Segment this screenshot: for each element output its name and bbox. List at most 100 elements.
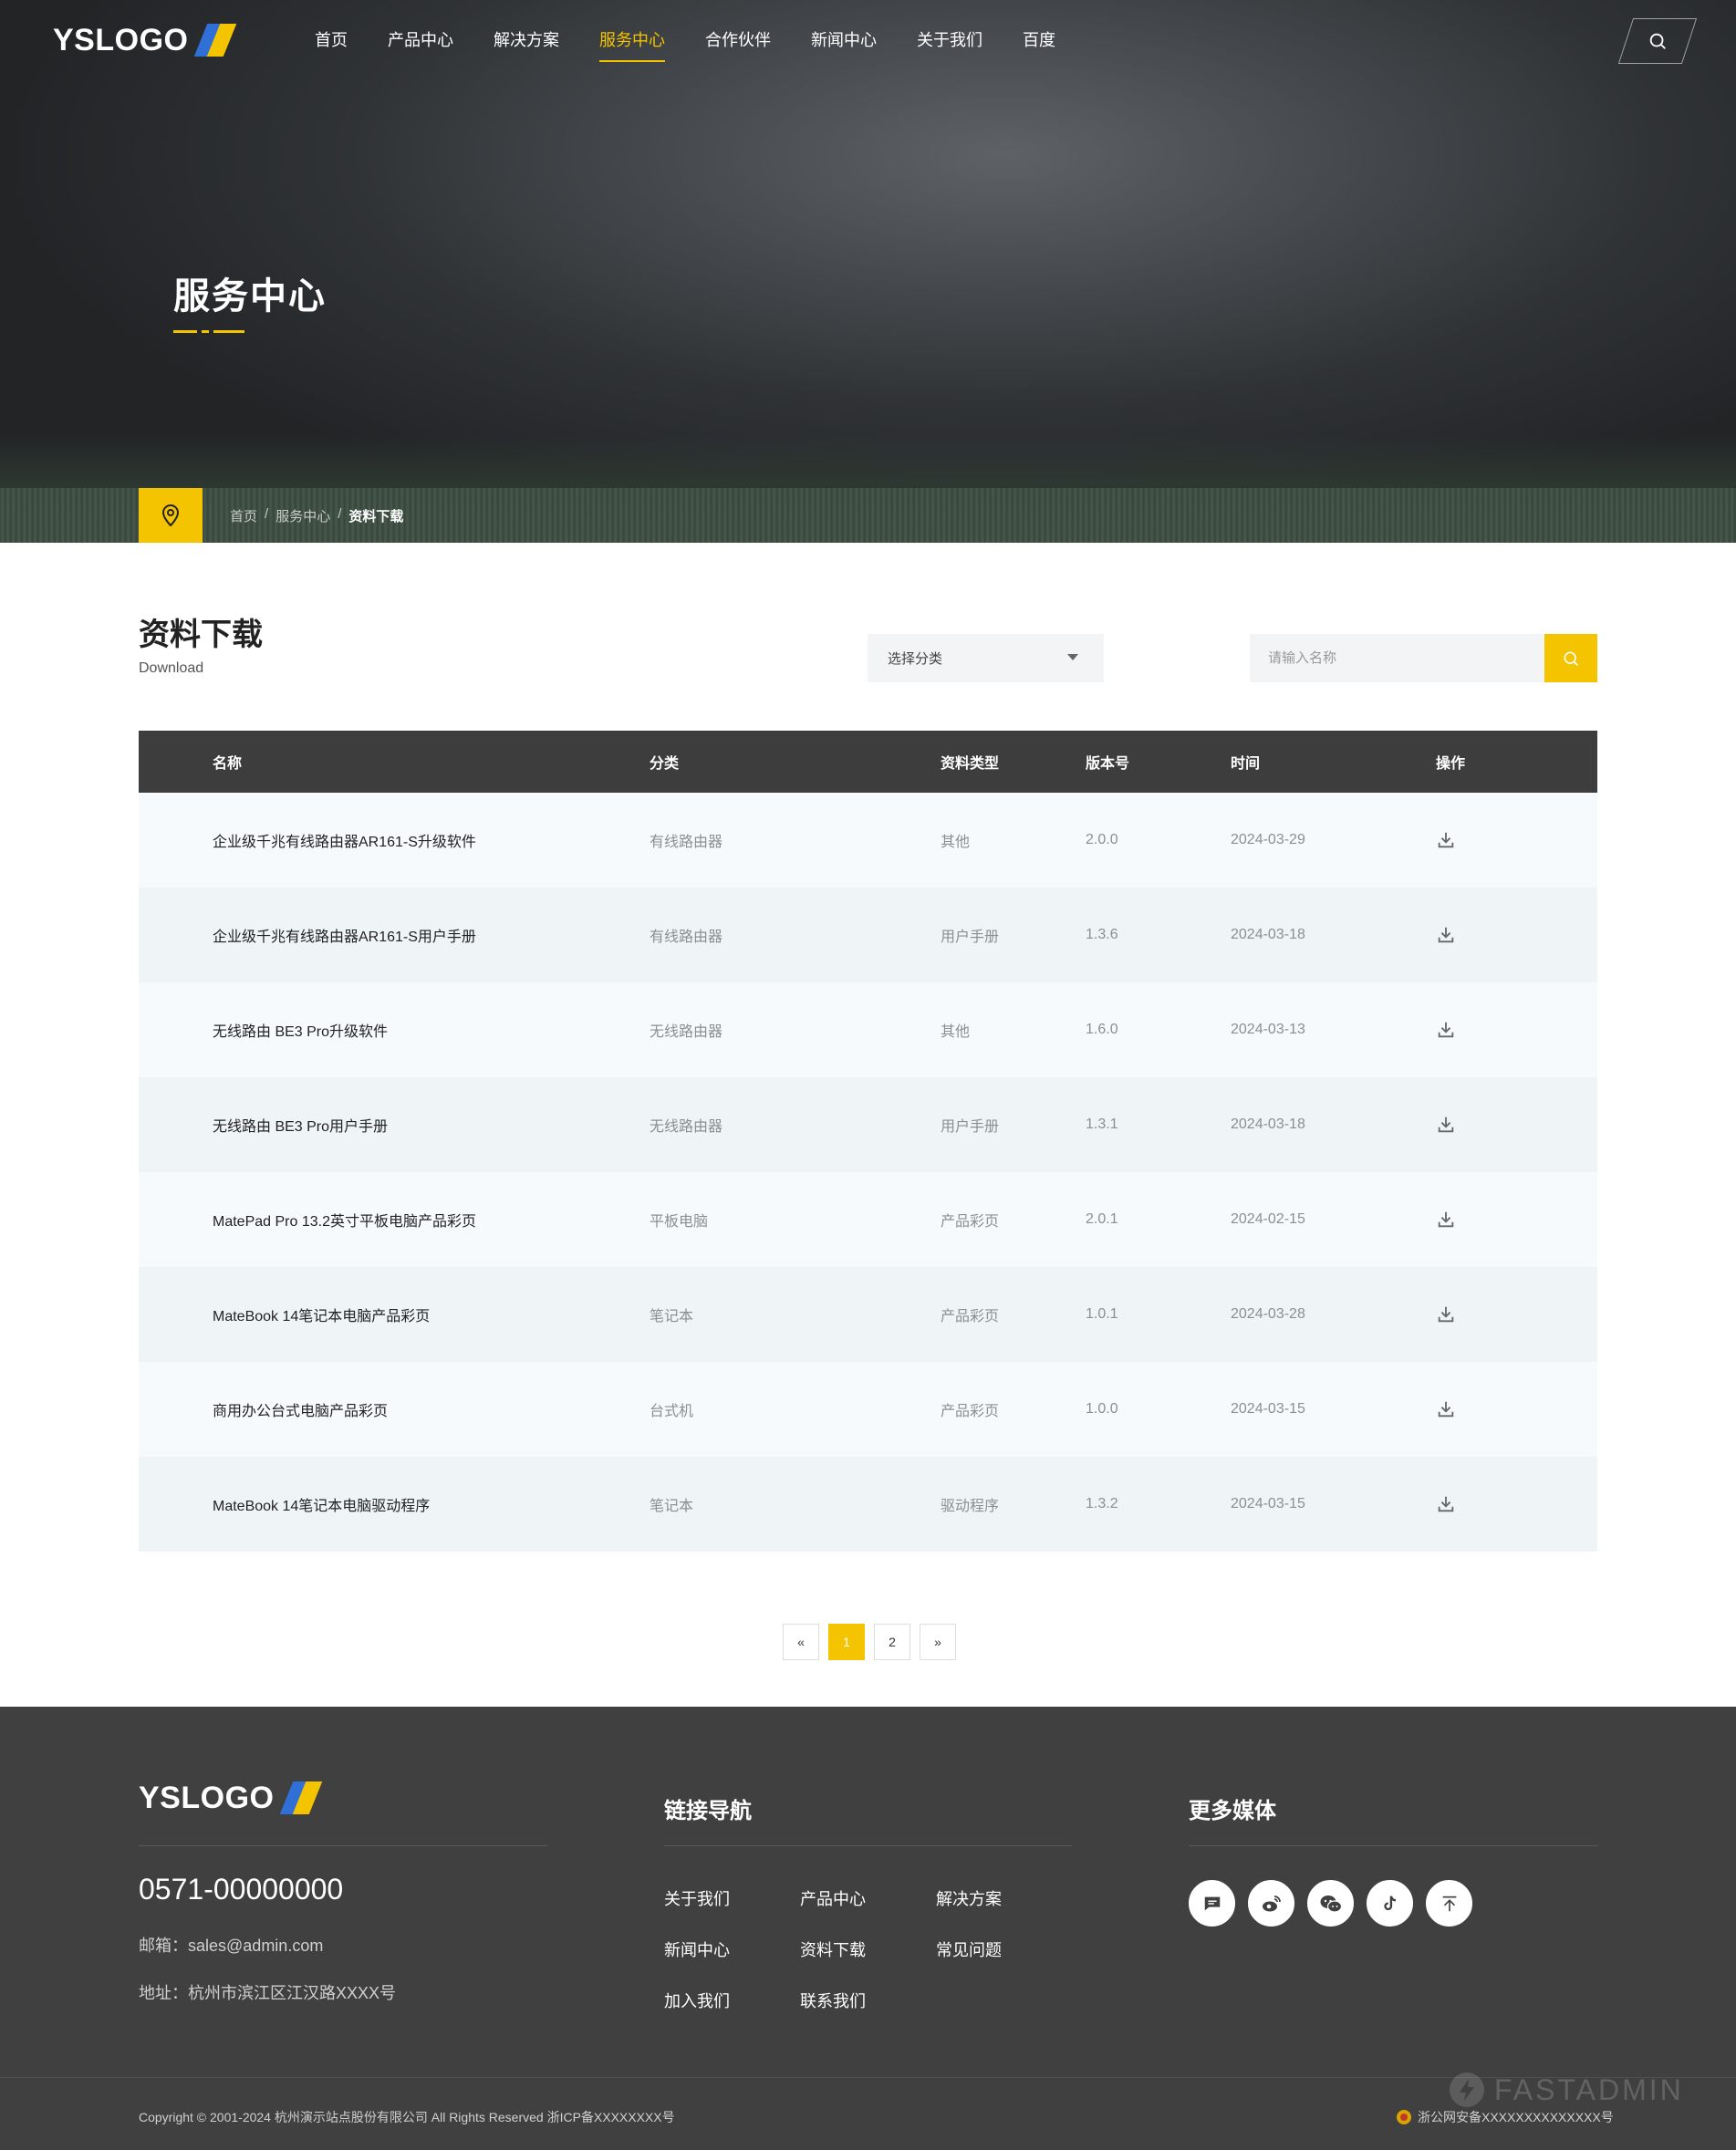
row-type: 用户手册 [941,930,1000,945]
table-row: MatePad Pro 13.2英寸平板电脑产品彩页 平板电脑 产品彩页 2.0.1 2… [139,1172,1597,1267]
breadcrumb-separator: / [338,506,342,522]
page-title: 资料下载 [139,618,263,652]
row-category: 平板电脑 [650,1214,709,1230]
logo[interactable]: YSLOGO [53,22,237,58]
row-type: 其他 [941,835,971,850]
download-button[interactable] [1436,1020,1456,1040]
nav-item-solutions[interactable]: 解决方案 [494,27,559,62]
row-version: 1.3.2 [1086,1496,1118,1511]
nav-item-about[interactable]: 关于我们 [917,27,982,62]
pagination-prev[interactable]: « [783,1624,819,1660]
header-action: 操作 [1436,756,1466,772]
header-name: 名称 [213,756,243,772]
row-type: 驱动程序 [941,1499,1000,1514]
row-time: 2024-03-15 [1231,1496,1305,1511]
row-version: 2.0.1 [1086,1211,1118,1227]
search-submit-button[interactable] [1544,634,1597,682]
row-name[interactable]: 无线路由 BE3 Pro用户手册 [213,1114,388,1136]
nav-item-home[interactable]: 首页 [315,27,348,62]
download-button[interactable] [1436,830,1456,850]
row-type: 产品彩页 [941,1404,1000,1419]
row-name[interactable]: 商用办公台式电脑产品彩页 [213,1398,388,1420]
row-time: 2024-03-28 [1231,1306,1305,1322]
footer-link-faq[interactable]: 常见问题 [936,1937,1072,1961]
header-category: 分类 [650,756,680,772]
row-version: 1.0.0 [1086,1401,1118,1417]
header-time: 时间 [1231,756,1261,772]
download-button[interactable] [1436,1115,1456,1135]
row-type: 用户手册 [941,1119,1000,1135]
logo-mark-icon [279,1780,323,1816]
police-record[interactable]: 浙公网安备XXXXXXXXXXXXXX号 [1396,2108,1614,2126]
footer-logo[interactable]: YSLOGO [139,1780,323,1816]
footer-link-downloads[interactable]: 资料下载 [800,1937,936,1961]
nav-item-partners[interactable]: 合作伙伴 [705,27,771,62]
back-to-top-icon [1442,1896,1456,1911]
row-name[interactable]: 企业级千兆有线路由器AR161-S用户手册 [213,924,476,946]
breadcrumb-current: 资料下载 [348,509,404,525]
footer-divider [1189,1845,1597,1846]
search-icon [1564,651,1579,666]
nav-item-service[interactable]: 服务中心 [599,27,665,62]
row-version: 1.3.6 [1086,927,1118,942]
breadcrumb-bar: 首页 / 服务中心 / 资料下载 [0,488,1736,543]
row-name[interactable]: 企业级千兆有线路由器AR161-S升级软件 [213,829,476,851]
wechat-button[interactable] [1307,1880,1354,1927]
download-button[interactable] [1436,1494,1456,1514]
download-button[interactable] [1436,1304,1456,1324]
download-icon [1438,1117,1454,1133]
download-button[interactable] [1436,1210,1456,1230]
footer-link-contact[interactable]: 联系我们 [800,1989,936,2012]
wechat-icon [1320,1895,1342,1913]
download-button[interactable] [1436,1399,1456,1419]
row-category: 笔记本 [650,1499,694,1514]
name-search-input[interactable] [1250,634,1544,682]
chevron-down-icon [1067,654,1078,660]
tiktok-button[interactable] [1367,1880,1413,1927]
main-nav: 首页 产品中心 解决方案 服务中心 合作伙伴 新闻中心 关于我们 百度 [315,27,1096,62]
footer-link-about[interactable]: 关于我们 [664,1886,800,1910]
back-to-top-button[interactable] [1426,1880,1472,1927]
tiktok-icon [1383,1895,1396,1910]
table-body: 企业级千兆有线路由器AR161-S升级软件 有线路由器 其他 2.0.0 2024-03… [139,793,1597,1552]
footer-link-solutions[interactable]: 解决方案 [936,1886,1072,1910]
pagination-page-1[interactable]: 1 [828,1624,865,1660]
download-button[interactable] [1436,925,1456,945]
weibo-icon [1262,1895,1281,1911]
row-category: 笔记本 [650,1309,694,1324]
category-select[interactable]: 选择分类 [868,634,1104,682]
row-version: 1.6.0 [1086,1022,1118,1037]
nav-item-news[interactable]: 新闻中心 [811,27,877,62]
breadcrumb-separator: / [265,506,269,522]
footer-email: 邮箱：sales@admin.com [139,1937,324,1955]
row-time: 2024-03-15 [1231,1401,1305,1417]
nav-item-baidu[interactable]: 百度 [1023,27,1055,62]
download-icon [1438,1496,1454,1512]
row-name[interactable]: MateBook 14笔记本电脑驱动程序 [213,1493,430,1515]
category-select-label: 选择分类 [888,651,943,667]
lightning-icon [1450,2072,1484,2107]
row-type: 产品彩页 [941,1309,1000,1324]
breadcrumb-service[interactable]: 服务中心 [275,506,330,525]
footer-link-news[interactable]: 新闻中心 [664,1937,800,1961]
row-name[interactable]: MateBook 14笔记本电脑产品彩页 [213,1304,430,1325]
pagination-page-2[interactable]: 2 [874,1624,910,1660]
row-category: 有线路由器 [650,930,723,945]
row-name[interactable]: 无线路由 BE3 Pro升级软件 [213,1019,388,1041]
row-time: 2024-03-29 [1231,832,1305,847]
footer-link-products[interactable]: 产品中心 [800,1886,936,1910]
row-time: 2024-03-18 [1231,927,1305,942]
row-name[interactable]: MatePad Pro 13.2英寸平板电脑产品彩页 [213,1209,476,1231]
table-row: 无线路由 BE3 Pro升级软件 无线路由器 其他 1.6.0 2024-03-13 [139,982,1597,1077]
breadcrumb-home[interactable]: 首页 [230,506,257,525]
footer-link-join[interactable]: 加入我们 [664,1989,800,2012]
table-header: 名称 分类 资料类型 版本号 时间 操作 [139,731,1597,793]
watermark: FASTADMIN [1449,2072,1684,2108]
pagination: « 1 2 » [783,1624,956,1660]
weibo-button[interactable] [1248,1880,1294,1927]
message-button[interactable] [1189,1880,1235,1927]
nav-item-products[interactable]: 产品中心 [388,27,453,62]
row-version: 1.3.1 [1086,1117,1118,1132]
header-version: 版本号 [1086,756,1130,772]
pagination-next[interactable]: » [920,1624,956,1660]
